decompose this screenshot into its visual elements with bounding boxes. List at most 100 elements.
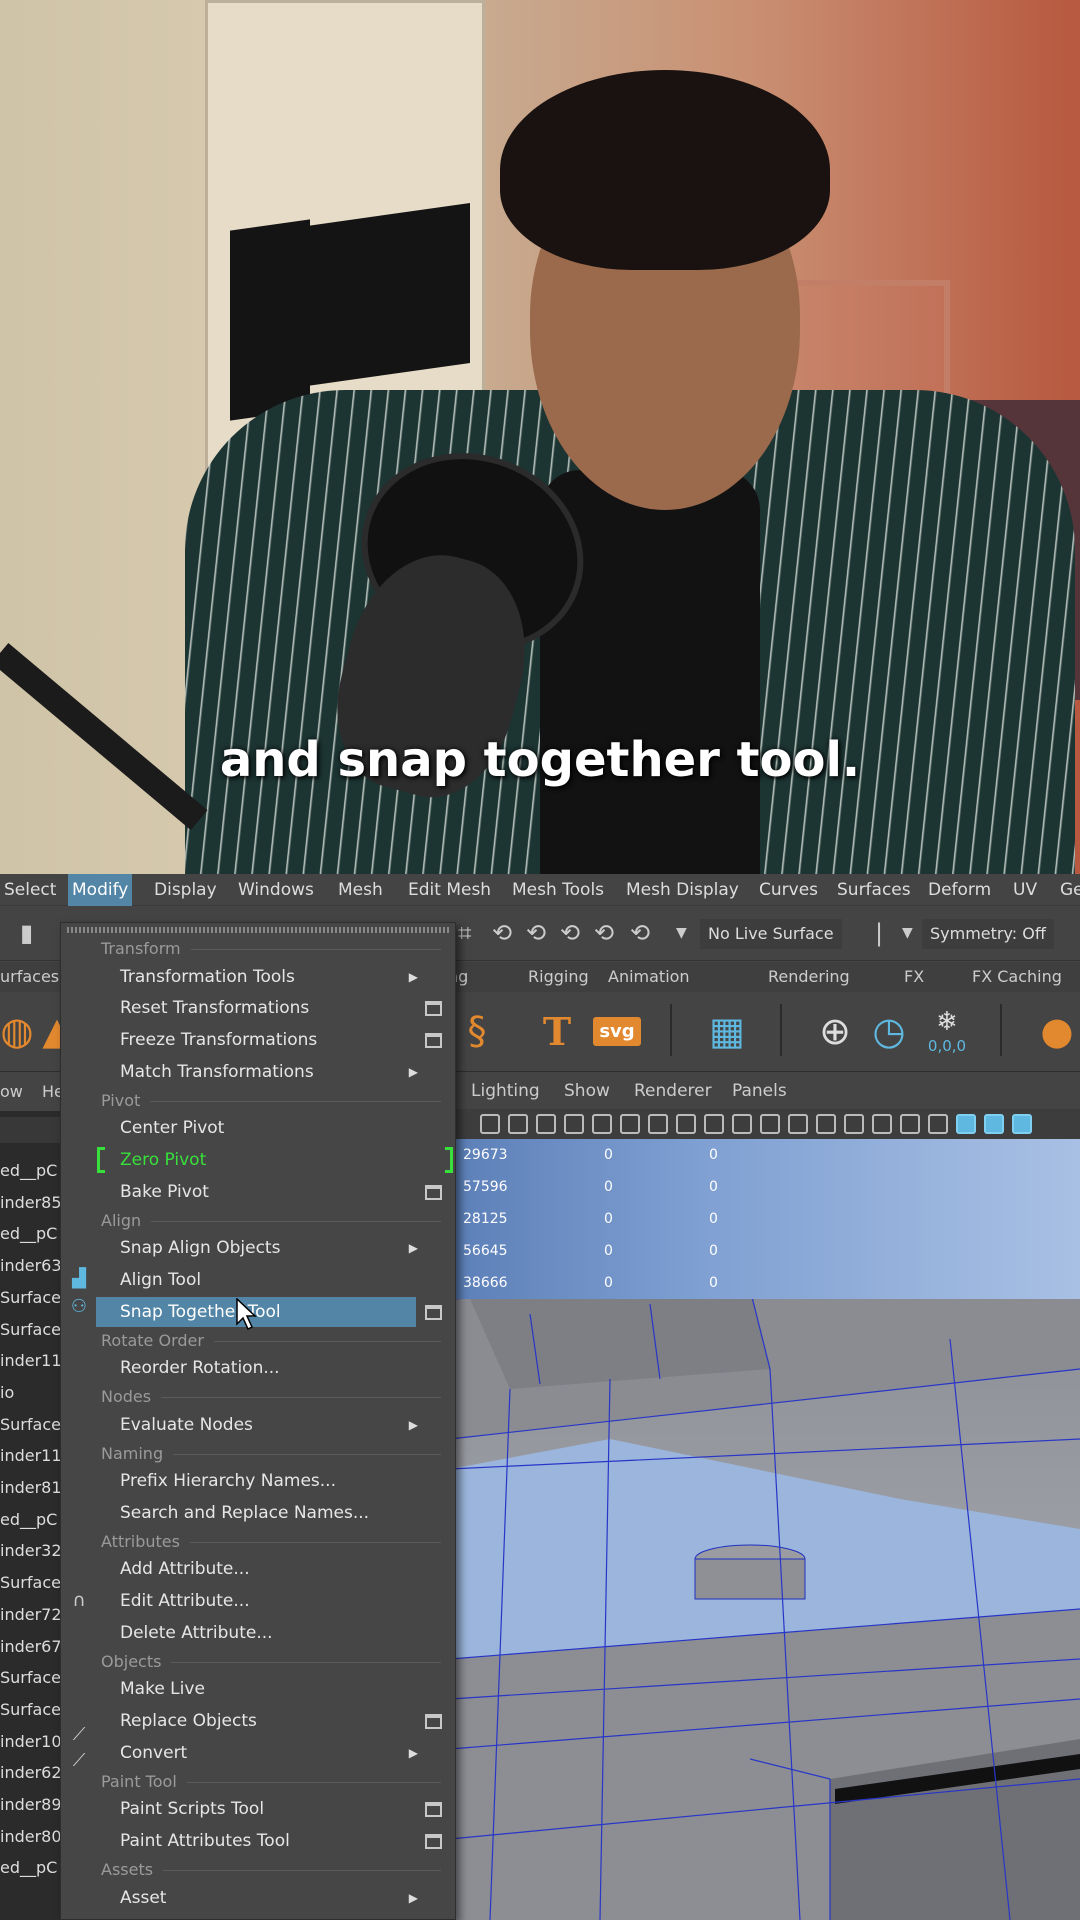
menu-item-reorder-rotation[interactable]: Reorder Rotation... <box>96 1353 416 1383</box>
option-box-icon[interactable] <box>425 1714 442 1730</box>
menu-item-replace-objects[interactable]: Replace Objects <box>96 1706 416 1736</box>
3d-viewport[interactable]: Lighting Show Renderer Panels 29673 0 0 … <box>450 1073 1080 1920</box>
menu-item-bake-pivot[interactable]: Bake Pivot <box>96 1177 416 1207</box>
viewport-tool-icon[interactable] <box>928 1114 948 1134</box>
viewport-tool-icon[interactable] <box>1012 1114 1032 1134</box>
calendar-grid-icon[interactable]: ▦ <box>700 1004 754 1058</box>
viewport-tool-icon[interactable] <box>956 1114 976 1134</box>
menu-item-reset-transformations[interactable]: Reset Transformations <box>96 993 416 1023</box>
snap-view-icon[interactable]: ⟲ <box>560 919 580 947</box>
menu-edit-mesh[interactable]: Edit Mesh <box>404 874 495 906</box>
menu-surfaces[interactable]: Surfaces <box>833 874 915 906</box>
viewport-tool-icon[interactable] <box>676 1114 696 1134</box>
viewport-tool-icon[interactable] <box>536 1114 556 1134</box>
menu-item-delete-attribute[interactable]: Delete Attribute... <box>96 1618 416 1648</box>
option-box-icon[interactable] <box>425 1305 442 1320</box>
shelf-tab-animation[interactable]: Animation <box>600 962 698 992</box>
menu-uv[interactable]: UV <box>1009 874 1041 906</box>
viewport-tool-icon[interactable] <box>760 1114 780 1134</box>
viewport-tool-icon[interactable] <box>844 1114 864 1134</box>
modify-menu-dropdown: Transform Transformation Tools ▶ Reset Tran… <box>60 922 456 1920</box>
viewport-tool-icon[interactable] <box>564 1114 584 1134</box>
menu-item-zero-pivot[interactable]: Zero Pivot <box>96 1145 416 1175</box>
viewport-tool-icon[interactable] <box>480 1114 500 1134</box>
menu-item-center-pivot[interactable]: Center Pivot <box>96 1113 416 1143</box>
menu-section-rule <box>191 949 441 950</box>
shelf-tab-fx-caching[interactable]: FX Caching <box>964 962 1070 992</box>
viewport-menu-lighting[interactable]: Lighting <box>471 1073 540 1109</box>
menu-item-evaluate-nodes[interactable]: Evaluate Nodes ▶ <box>96 1410 418 1440</box>
menu-item-transformation-tools[interactable]: Transformation Tools ▶ <box>96 962 418 992</box>
viewport-menu-panels[interactable]: Panels <box>732 1073 787 1109</box>
menu-item-edit-attribute[interactable]: Edit Attribute... <box>96 1586 416 1616</box>
menu-select[interactable]: Select <box>0 874 60 906</box>
option-box-icon[interactable] <box>425 1001 442 1017</box>
shelf-tab-urfaces[interactable]: urfaces <box>0 962 67 992</box>
sphere-lit-icon[interactable]: ● <box>1030 1004 1080 1058</box>
menu-curves[interactable]: Curves <box>755 874 822 906</box>
clock-reset-icon[interactable]: ◷ <box>862 1004 916 1058</box>
snap-surface-icon[interactable]: ⟲ <box>594 919 614 947</box>
viewport-tool-icon[interactable] <box>620 1114 640 1134</box>
menu-item-paint-attributes-tool[interactable]: Paint Attributes Tool <box>96 1826 416 1856</box>
viewport-tool-icon[interactable] <box>900 1114 920 1134</box>
viewport-tool-icon[interactable] <box>648 1114 668 1134</box>
viewport-tool-icon[interactable] <box>732 1114 752 1134</box>
menu-item-freeze-transformations[interactable]: Freeze Transformations <box>96 1025 416 1055</box>
viewport-tool-icon[interactable] <box>704 1114 724 1134</box>
menu-section-label: Transform <box>101 939 181 958</box>
menu-modify[interactable]: Modify <box>68 874 133 906</box>
freeze-snowflake-icon[interactable]: ❄ 0,0,0 <box>920 1004 974 1058</box>
menu-ge[interactable]: Ge <box>1056 874 1080 906</box>
shelf-tab-rendering[interactable]: Rendering <box>760 962 858 992</box>
menu-item-label: Replace Objects <box>120 1711 257 1732</box>
snap-curve-icon[interactable]: ⟲ <box>492 919 512 947</box>
svg-icon[interactable]: svg <box>590 1004 644 1058</box>
viewport-tool-icon[interactable] <box>984 1114 1004 1134</box>
menu-item-match-transformations[interactable]: Match Transformations ▶ <box>96 1057 418 1087</box>
viewport-tool-icon[interactable] <box>788 1114 808 1134</box>
menu-item-convert[interactable]: Convert ▶ <box>96 1738 418 1768</box>
text-type-icon[interactable]: T <box>530 1004 584 1058</box>
shelf-tab-fx[interactable]: FX <box>896 962 932 992</box>
option-box-icon[interactable] <box>425 1834 442 1850</box>
menu-section-rule <box>190 1541 441 1543</box>
option-box-icon[interactable] <box>425 1185 442 1200</box>
dropdown-arrow-icon[interactable]: ▼ <box>902 925 913 941</box>
snap-live-icon[interactable]: ⟲ <box>630 919 650 947</box>
menu-item-asset[interactable]: Asset ▶ <box>96 1883 418 1913</box>
menu-item-make-live[interactable]: Make Live <box>96 1674 416 1704</box>
menu-display[interactable]: Display <box>150 874 221 906</box>
viewport-menu-show[interactable]: Show <box>564 1073 610 1109</box>
snap-pivot-icon[interactable]: ⊕ <box>808 1004 862 1058</box>
viewport-tool-icon[interactable] <box>592 1114 612 1134</box>
menu-item-add-attribute[interactable]: Add Attribute... <box>96 1554 416 1584</box>
viewport-menu-renderer[interactable]: Renderer <box>634 1073 712 1109</box>
menu-item-snap-align-objects[interactable]: Snap Align Objects ▶ <box>96 1233 418 1263</box>
dropdown-arrow-icon[interactable]: ▼ <box>676 925 687 941</box>
menu-item-prefix-hierarchy-names[interactable]: Prefix Hierarchy Names... <box>96 1466 416 1496</box>
menu-mesh-display[interactable]: Mesh Display <box>622 874 743 906</box>
outliner-show-menu[interactable]: ow <box>0 1082 23 1101</box>
helix-icon[interactable]: § <box>450 1004 504 1058</box>
viewport-tool-icon[interactable] <box>872 1114 892 1134</box>
menu-mesh[interactable]: Mesh <box>334 874 387 906</box>
menu-deform[interactable]: Deform <box>924 874 995 906</box>
viewport-tool-icon[interactable] <box>816 1114 836 1134</box>
tearoff-handle[interactable] <box>67 927 451 933</box>
menu-windows[interactable]: Windows <box>234 874 318 906</box>
live-surface-field[interactable]: No Live Surface <box>700 919 842 949</box>
menu-item-paint-scripts-tool[interactable]: Paint Scripts Tool <box>96 1794 416 1824</box>
menu-item-label: Evaluate Nodes <box>120 1414 253 1435</box>
option-box-icon[interactable] <box>425 1802 442 1818</box>
option-box-icon[interactable] <box>425 1033 442 1049</box>
symmetry-field[interactable]: Symmetry: Off <box>922 919 1054 949</box>
menu-item-search-and-replace-names[interactable]: Search and Replace Names... <box>96 1498 416 1528</box>
new-scene-icon[interactable]: ▮ <box>20 919 33 947</box>
snap-grid-icon[interactable]: ⌗ <box>458 919 472 947</box>
menu-mesh-tools[interactable]: Mesh Tools <box>508 874 608 906</box>
viewport-tool-icon[interactable] <box>508 1114 528 1134</box>
snap-point-icon[interactable]: ⟲ <box>526 919 546 947</box>
menu-item-align-tool[interactable]: Align Tool <box>96 1265 416 1295</box>
shelf-tab-rigging[interactable]: Rigging <box>520 962 597 992</box>
